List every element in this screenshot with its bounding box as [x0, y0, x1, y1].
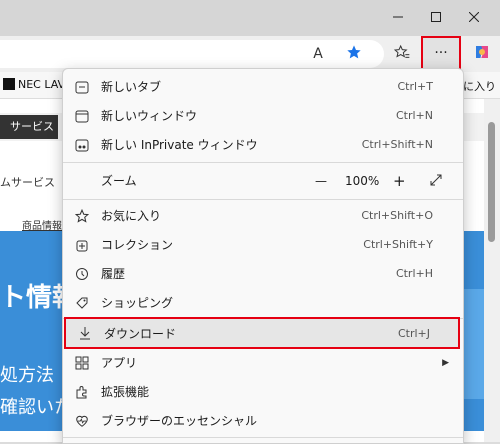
menu-divider — [63, 199, 463, 200]
favorite-button[interactable] — [340, 40, 368, 68]
history-icon — [73, 265, 91, 283]
menu-item-history[interactable]: 履歴 Ctrl+H — [63, 259, 463, 288]
menu-item-label: 履歴 — [101, 267, 126, 281]
apps-icon — [73, 354, 91, 372]
read-aloud-icon: A — [313, 46, 323, 62]
settings-menu: 新しいタブ Ctrl+T 新しいウィンドウ Ctrl+N 新しい InPriva… — [62, 68, 464, 444]
download-icon — [76, 324, 94, 342]
menu-item-new-inprivate[interactable]: 新しい InPrivate ウィンドウ Ctrl+Shift+N — [63, 130, 463, 159]
tag-icon — [73, 294, 91, 312]
product-info-link[interactable]: 商品情報 — [22, 217, 62, 232]
menu-item-label: 新しい InPrivate ウィンドウ — [101, 138, 258, 152]
favorites-list-icon — [393, 44, 410, 64]
zoom-label: ズーム — [101, 174, 137, 188]
menu-item-collections[interactable]: コレクション Ctrl+Shift+Y — [63, 230, 463, 259]
maximize-icon — [431, 11, 441, 26]
favorites-button[interactable] — [388, 40, 416, 68]
copilot-icon — [473, 43, 491, 65]
menu-item-shortcut: Ctrl+N — [395, 109, 433, 122]
more-icon: ··· — [434, 45, 448, 61]
collections-icon — [73, 236, 91, 254]
other-favorites-link[interactable]: に入り — [463, 78, 496, 94]
menu-item-shortcut: Ctrl+Shift+O — [361, 209, 433, 222]
nav-text: ムサービス — [0, 176, 55, 189]
menu-item-label: 拡張機能 — [101, 385, 150, 399]
menu-divider — [63, 437, 463, 438]
menu-item-shortcut: Ctrl+J — [397, 326, 430, 340]
menu-item-label: コレクション — [101, 238, 174, 252]
menu-item-shopping[interactable]: ショッピング — [63, 288, 463, 317]
menu-item-label: お気に入り — [101, 209, 162, 223]
menu-item-browser-essentials[interactable]: ブラウザーのエッセンシャル — [63, 406, 463, 435]
menu-item-apps[interactable]: アプリ ▶ — [63, 348, 463, 377]
menu-item-shortcut: Ctrl+H — [395, 267, 433, 280]
inprivate-icon — [73, 136, 91, 154]
menu-item-downloads[interactable]: ダウンロード Ctrl+J — [64, 317, 460, 349]
menu-item-label: 新しいタブ — [101, 80, 162, 94]
copilot-button[interactable] — [468, 40, 496, 68]
star-filled-icon — [346, 44, 362, 64]
hero-line-2: 処方法 — [0, 365, 54, 386]
close-button[interactable] — [456, 0, 492, 36]
star-icon — [73, 207, 91, 225]
title-bar — [0, 0, 500, 36]
menu-item-label: ショッピング — [101, 296, 174, 310]
menu-item-shortcut: Ctrl+Shift+N — [361, 138, 433, 151]
nav-service-button[interactable]: サービス — [0, 115, 58, 139]
heartbeat-icon — [73, 412, 91, 430]
scrollbar-thumb[interactable] — [488, 122, 495, 242]
side-banner — [462, 289, 484, 399]
menu-item-new-tab[interactable]: 新しいタブ Ctrl+T — [63, 72, 463, 101]
menu-item-favorites[interactable]: お気に入り Ctrl+Shift+O — [63, 201, 463, 230]
menu-item-zoom: ズーム — 100% + — [63, 166, 463, 195]
new-tab-icon — [73, 78, 91, 96]
read-aloud-button[interactable]: A — [304, 40, 332, 68]
menu-item-label: ダウンロード — [104, 326, 177, 341]
menu-item-extensions[interactable]: 拡張機能 — [63, 377, 463, 406]
close-icon — [468, 11, 480, 26]
settings-more-button[interactable]: ··· — [421, 36, 461, 70]
fullscreen-icon[interactable] — [429, 173, 443, 190]
minimize-icon — [393, 11, 403, 26]
menu-item-shortcut: Ctrl+Shift+Y — [363, 238, 433, 251]
maximize-button[interactable] — [418, 0, 454, 36]
menu-item-shortcut: Ctrl+T — [397, 80, 433, 93]
zoom-in-button[interactable]: + — [393, 172, 406, 190]
favorite-site-link[interactable]: NEC LAV — [18, 78, 65, 91]
submenu-arrow-icon: ▶ — [442, 357, 449, 368]
menu-item-label: ブラウザーのエッセンシャル — [101, 414, 258, 428]
new-window-icon — [73, 107, 91, 125]
extensions-icon — [73, 383, 91, 401]
menu-divider — [63, 162, 463, 163]
zoom-out-button[interactable]: — — [315, 174, 327, 188]
menu-item-new-window[interactable]: 新しいウィンドウ Ctrl+N — [63, 101, 463, 130]
zoom-value: 100% — [345, 173, 380, 188]
menu-item-label: アプリ — [101, 356, 138, 370]
minimize-button[interactable] — [380, 0, 416, 36]
menu-item-label: 新しいウィンドウ — [101, 109, 198, 123]
site-favicon-icon — [3, 78, 15, 90]
